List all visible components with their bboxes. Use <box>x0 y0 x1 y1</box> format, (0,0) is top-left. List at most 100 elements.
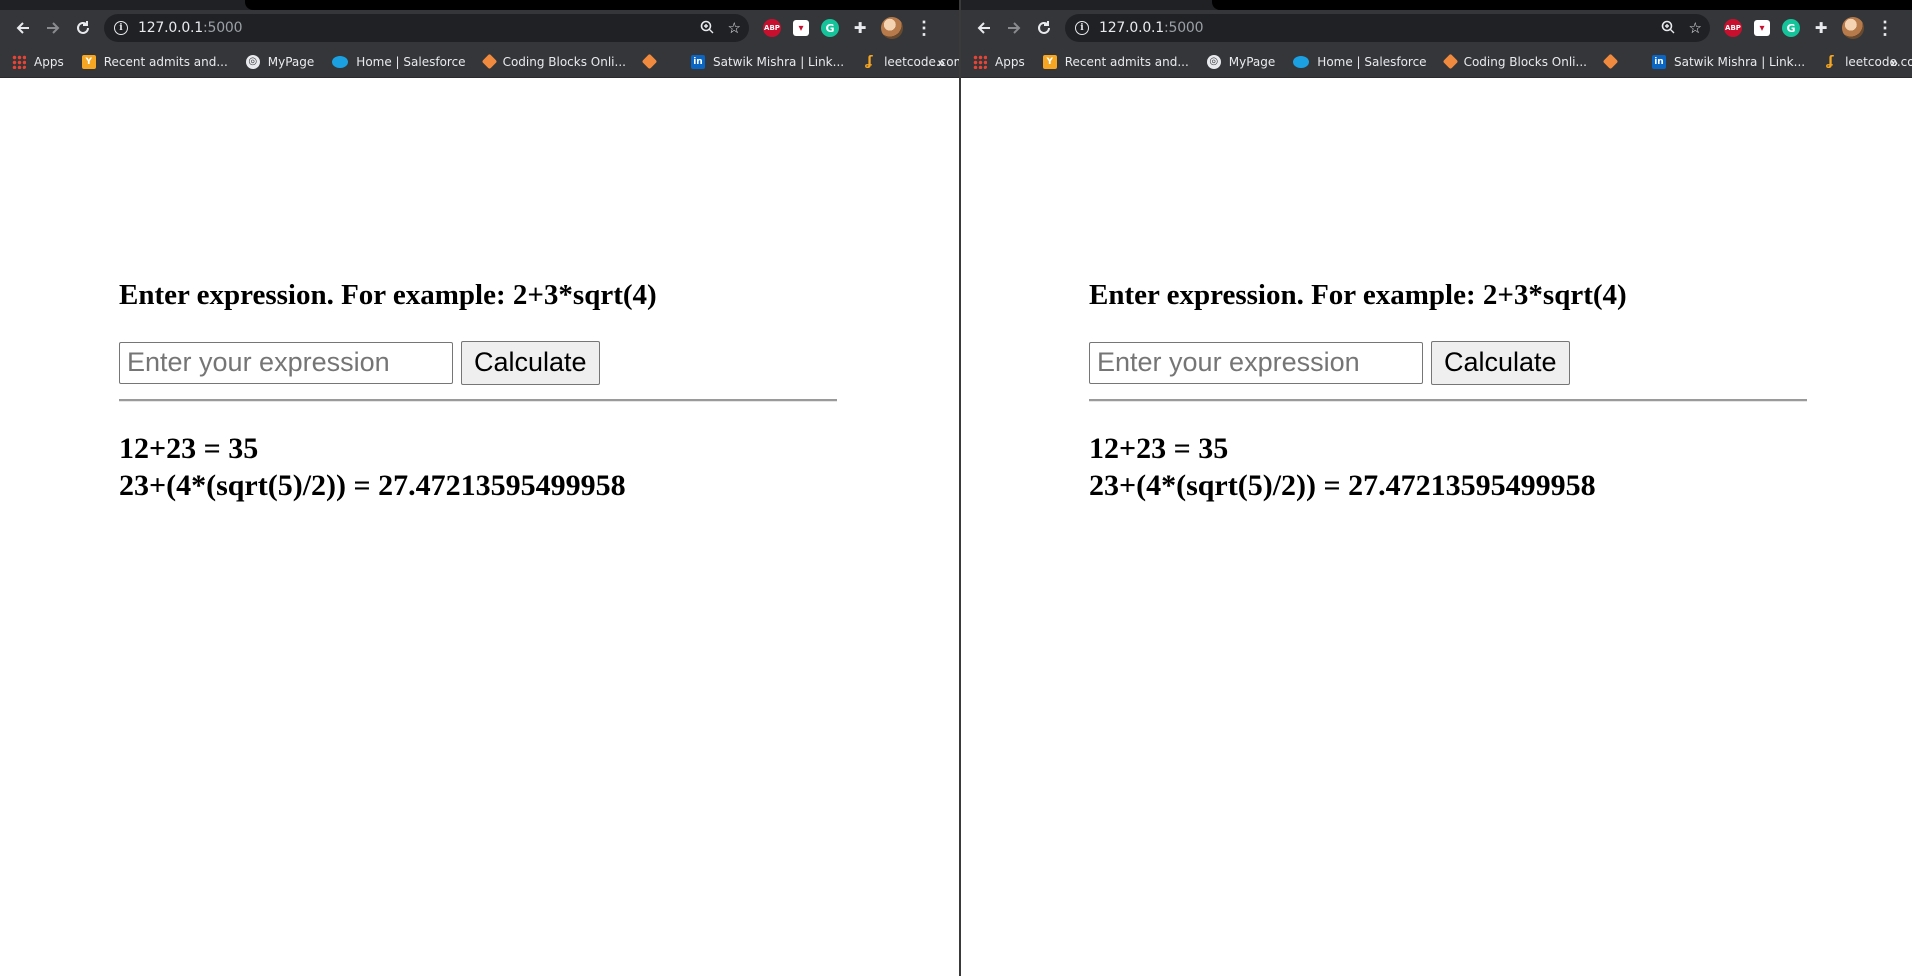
browser-window-left: i 127.0.0.1:5000 ☆ ABP ▾ G ✚ ⋮ Apps Y Re… <box>0 0 959 976</box>
bookmark-label: Apps <box>34 54 64 69</box>
bookmark-recent-admits[interactable]: Y Recent admits and... <box>1042 54 1189 69</box>
bookmark-label: Home | Salesforce <box>356 54 466 69</box>
salesforce-icon <box>332 55 349 68</box>
linkedin-icon: in <box>690 54 705 69</box>
bookmark-linkedin[interactable]: in Satwik Mishra | Link... <box>690 54 844 69</box>
bookmark-label: Coding Blocks Onli... <box>502 54 626 69</box>
bookmark-mypage[interactable]: ◎ MyPage <box>1206 54 1275 69</box>
bookmark-label: Recent admits and... <box>1064 54 1189 69</box>
bookmarks-bar: Apps Y Recent admits and... ◎ MyPage Home … <box>0 46 959 78</box>
active-tab[interactable] <box>245 0 959 10</box>
url-host: 127.0.0.1 <box>138 20 203 36</box>
expression-input[interactable] <box>119 341 453 384</box>
divider <box>119 398 837 402</box>
calculator-form: Enter expression. For example: 2+3*sqrt(… <box>1089 278 1807 504</box>
browser-toolbar: i 127.0.0.1:5000 ☆ ABP ▾ G ✚ ⋮ <box>0 10 959 46</box>
result-item: 12+23 = 35 <box>119 431 259 465</box>
extensions-row: ABP ▾ G ✚ ⋮ <box>1724 17 1894 39</box>
url-text: 127.0.0.1:5000 <box>1099 20 1204 36</box>
bookmark-label: Coding Blocks Onli... <box>1463 54 1587 69</box>
info-icon[interactable]: i <box>114 21 128 35</box>
tab-strip <box>0 0 959 10</box>
calculate-button[interactable]: Calculate <box>1431 340 1570 385</box>
bookmark-salesforce[interactable]: Home | Salesforce <box>1293 55 1427 69</box>
divider <box>1089 398 1807 402</box>
bookmark-cube[interactable] <box>1602 53 1634 70</box>
bookmark-label: Satwik Mishra | Link... <box>1673 54 1806 69</box>
kebab-menu-icon[interactable]: ⋮ <box>1876 18 1894 39</box>
globe-icon: ◎ <box>245 54 260 69</box>
active-tab[interactable] <box>1212 0 1912 10</box>
expression-input[interactable] <box>1089 341 1423 384</box>
y-icon: Y <box>81 54 96 69</box>
bookmarks-overflow-icon[interactable]: » <box>937 54 945 70</box>
puzzle-icon[interactable]: ✚ <box>851 19 869 37</box>
arrow-right-icon[interactable] <box>999 13 1029 43</box>
results-list: 12+23 = 35 23+(4*(sqrt(5)/2)) = 27.47213… <box>119 430 837 504</box>
address-bar[interactable]: i 127.0.0.1:5000 ☆ <box>104 14 749 42</box>
address-bar[interactable]: i 127.0.0.1:5000 ☆ <box>1065 14 1710 42</box>
bookmark-apps[interactable]: Apps <box>973 54 1025 69</box>
omnibox-actions: ☆ <box>700 14 741 42</box>
bookmark-recent-admits[interactable]: Y Recent admits and... <box>81 54 228 69</box>
bookmark-salesforce[interactable]: Home | Salesforce <box>332 54 466 69</box>
result-item: 23+(4*(sqrt(5)/2)) = 27.47213595499958 <box>119 468 626 502</box>
bookmarks-overflow-icon[interactable]: » <box>1890 54 1898 70</box>
page-title: Enter expression. For example: 2+3*sqrt(… <box>119 279 657 311</box>
url-host: 127.0.0.1 <box>1099 20 1164 36</box>
cube-icon <box>1442 53 1458 70</box>
grammarly-icon[interactable]: G <box>1782 19 1800 37</box>
browser-toolbar: i 127.0.0.1:5000 ☆ ABP ▾ G ✚ ⋮ <box>961 10 1912 46</box>
adblock-icon[interactable]: ABP <box>763 19 781 37</box>
bookmark-coding-blocks[interactable]: Coding Blocks Onli... <box>481 53 626 70</box>
page-title: Enter expression. For example: 2+3*sqrt(… <box>1089 279 1627 311</box>
linkedin-icon: in <box>1651 54 1666 69</box>
apps-grid-icon <box>12 54 26 69</box>
arrow-left-icon[interactable] <box>969 13 999 43</box>
calculate-button[interactable]: Calculate <box>461 340 600 385</box>
profile-avatar[interactable] <box>881 17 903 39</box>
adblock-icon[interactable]: ABP <box>1724 19 1742 37</box>
cube-icon <box>641 53 658 70</box>
arrow-right-icon[interactable] <box>38 13 68 43</box>
bookmark-label: leetcode.com <box>1845 54 1912 69</box>
star-icon[interactable]: ☆ <box>1689 21 1702 36</box>
cube-icon <box>1602 53 1619 70</box>
bookmark-label: MyPage <box>267 54 315 69</box>
y-icon: Y <box>1042 54 1057 69</box>
pocket-icon[interactable]: ▾ <box>793 20 809 36</box>
zoom-icon[interactable] <box>700 20 714 37</box>
bookmarks-bar: Apps Y Recent admits and... ◎ MyPage Home … <box>961 46 1912 78</box>
puzzle-icon[interactable]: ✚ <box>1812 19 1830 37</box>
input-row: Calculate <box>119 340 837 385</box>
pocket-icon[interactable]: ▾ <box>1754 20 1770 36</box>
leetcode-icon: ʆ <box>1826 54 1834 69</box>
url-text: 127.0.0.1:5000 <box>138 20 243 36</box>
arrow-left-icon[interactable] <box>8 13 38 43</box>
input-row: Calculate <box>1089 340 1807 385</box>
salesforce-icon <box>1293 55 1310 68</box>
bookmark-apps[interactable]: Apps <box>12 54 64 69</box>
result-item: 23+(4*(sqrt(5)/2)) = 27.47213595499958 <box>1089 468 1596 502</box>
profile-avatar[interactable] <box>1842 17 1864 39</box>
browser-window-right: i 127.0.0.1:5000 ☆ ABP ▾ G ✚ ⋮ Apps Y Re… <box>961 0 1912 976</box>
bookmark-leetcode[interactable]: ʆ leetcode.com <box>1823 54 1912 69</box>
globe-icon: ◎ <box>1206 54 1221 69</box>
bookmark-coding-blocks[interactable]: Coding Blocks Onli... <box>1442 53 1587 70</box>
zoom-icon[interactable] <box>1661 20 1675 37</box>
result-item: 12+23 = 35 <box>1089 431 1229 465</box>
star-icon[interactable]: ☆ <box>728 21 741 36</box>
apps-grid-icon <box>973 54 987 69</box>
results-list: 12+23 = 35 23+(4*(sqrt(5)/2)) = 27.47213… <box>1089 430 1807 504</box>
bookmark-label: leetcode.com <box>884 54 959 69</box>
grammarly-icon[interactable]: G <box>821 19 839 37</box>
bookmark-cube[interactable] <box>641 53 673 70</box>
bookmark-linkedin[interactable]: in Satwik Mishra | Link... <box>1651 54 1806 69</box>
info-icon[interactable]: i <box>1075 21 1089 35</box>
page-content: Enter expression. For example: 2+3*sqrt(… <box>961 78 1912 976</box>
kebab-menu-icon[interactable]: ⋮ <box>915 18 933 39</box>
reload-icon[interactable] <box>68 13 98 43</box>
bookmark-mypage[interactable]: ◎ MyPage <box>245 54 315 69</box>
reload-icon[interactable] <box>1029 13 1059 43</box>
screen: i 127.0.0.1:5000 ☆ ABP ▾ G ✚ ⋮ Apps Y Re… <box>0 0 1912 976</box>
